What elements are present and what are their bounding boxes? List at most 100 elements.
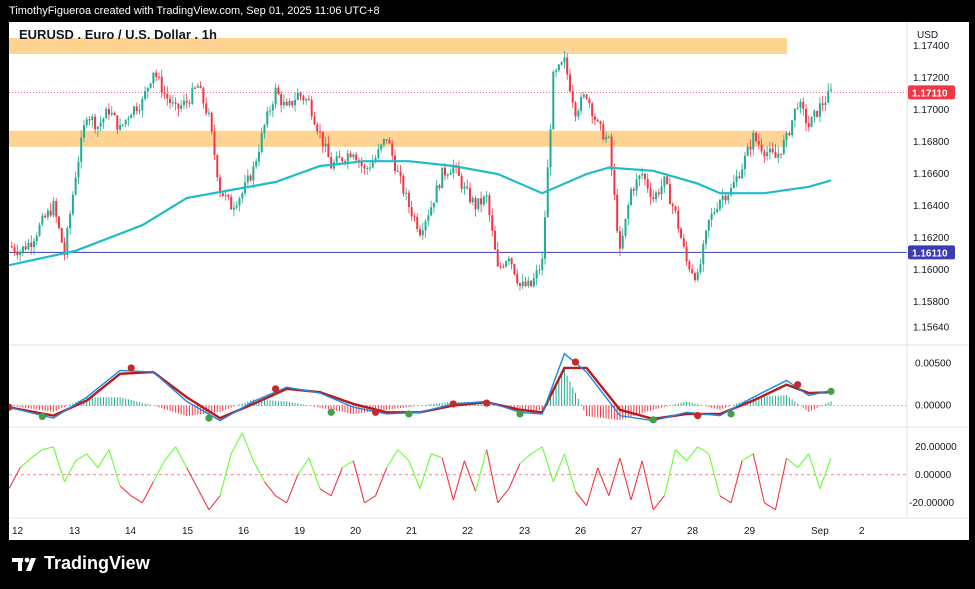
candle-body xyxy=(10,246,13,248)
resistance-zone xyxy=(9,130,787,147)
candle-body xyxy=(155,72,158,77)
candle-body xyxy=(818,103,821,117)
candle-body xyxy=(182,100,185,106)
macd-cross-marker xyxy=(649,416,657,424)
candle-body xyxy=(446,174,449,176)
chart-frame[interactable]: USD 1.17400 1.17200 1.17000 1.16800 1.16600 1.… xyxy=(9,22,969,540)
candle-body xyxy=(171,102,174,104)
candle-body xyxy=(338,156,341,158)
candle-body xyxy=(532,278,535,287)
candle-body xyxy=(668,183,671,205)
candle-body xyxy=(188,102,191,104)
candle-body xyxy=(752,133,755,150)
oscillator-tick-label: 20.00000 xyxy=(915,442,957,453)
candle-body xyxy=(530,280,533,287)
candle-body xyxy=(518,283,521,286)
candle-body xyxy=(324,143,327,147)
candle-body xyxy=(274,87,277,105)
candle-body xyxy=(94,116,97,130)
candle-body xyxy=(38,224,41,236)
candle-body xyxy=(116,115,119,130)
macd-cross-marker xyxy=(794,381,802,389)
candle-body xyxy=(652,197,655,200)
candle-body xyxy=(282,101,285,105)
candle-body xyxy=(207,112,210,114)
candle-body xyxy=(344,161,347,163)
candle-body xyxy=(16,251,19,255)
candle-body xyxy=(144,91,147,99)
time-tick-label: 28 xyxy=(687,526,699,537)
candle-body xyxy=(671,204,674,207)
candle-body xyxy=(235,205,238,208)
candle-body xyxy=(407,192,410,208)
candle-body xyxy=(313,116,316,125)
candle-body xyxy=(474,198,477,210)
candle-body xyxy=(352,154,355,158)
candle-body xyxy=(85,119,88,126)
time-tick-label: 20 xyxy=(350,526,362,537)
oscillator-segment xyxy=(541,446,554,482)
candle-body xyxy=(349,153,352,158)
oscillator-segment xyxy=(152,460,165,483)
oscillator-segment xyxy=(563,453,577,492)
candle-body xyxy=(541,258,544,270)
candle-body xyxy=(741,169,744,179)
candle-body xyxy=(110,112,113,115)
candle-body xyxy=(535,270,538,279)
candle-body xyxy=(330,157,333,169)
candle-body xyxy=(630,189,633,205)
candle-body xyxy=(138,110,141,112)
candle-body xyxy=(593,116,596,120)
candle-body xyxy=(716,209,719,212)
candle-body xyxy=(432,202,435,208)
candle-body xyxy=(599,121,602,124)
candle-body xyxy=(663,176,666,187)
candle-body xyxy=(699,264,702,273)
candle-body xyxy=(91,116,94,121)
candle-body xyxy=(105,108,108,119)
brand: TradingView xyxy=(12,553,150,574)
oscillator-segment xyxy=(141,481,154,504)
price-badge: 1.17110 xyxy=(912,88,948,99)
candle-body xyxy=(713,211,716,214)
candle-body xyxy=(199,85,202,89)
chart-svg[interactable]: USD1.17400 1.17200 1.17000 1.16800 1.16600 1.… xyxy=(9,22,969,540)
candle-body xyxy=(824,102,827,106)
candle-body xyxy=(263,124,266,134)
time-tick-label: 2 xyxy=(859,526,865,537)
candle-body xyxy=(510,258,513,265)
candle-body xyxy=(643,173,646,180)
candle-body xyxy=(607,136,610,138)
candle-body xyxy=(69,214,72,229)
time-tick-label: 13 xyxy=(69,526,81,537)
oscillator-segment xyxy=(586,467,599,506)
candle-body xyxy=(121,124,124,126)
oscillator-segment xyxy=(452,460,465,501)
candle-body xyxy=(163,92,166,95)
oscillator-segment xyxy=(319,488,332,497)
candle-body xyxy=(224,194,227,197)
brand-name: TradingView xyxy=(44,553,150,573)
candle-body xyxy=(113,112,116,116)
candle-body xyxy=(44,215,47,218)
candle-body xyxy=(477,198,480,210)
candle-body xyxy=(57,216,60,229)
candle-body xyxy=(666,176,669,184)
oscillator-segment xyxy=(375,467,388,497)
candle-body xyxy=(480,198,483,205)
candle-body xyxy=(380,144,383,150)
oscillator-segment xyxy=(52,446,66,482)
candle-body xyxy=(552,71,555,130)
oscillator-segment xyxy=(397,449,410,462)
candle-body xyxy=(405,192,408,194)
oscillator-segment xyxy=(508,463,521,490)
candle-body xyxy=(132,106,135,115)
candle-body xyxy=(227,194,230,197)
candle-body xyxy=(560,62,563,65)
candle-body xyxy=(821,103,824,106)
candle-body xyxy=(421,230,424,236)
macd-cross-marker xyxy=(694,412,702,420)
time-tick-label: 15 xyxy=(182,526,194,537)
candle-body xyxy=(660,186,663,195)
candle-body xyxy=(230,196,233,210)
